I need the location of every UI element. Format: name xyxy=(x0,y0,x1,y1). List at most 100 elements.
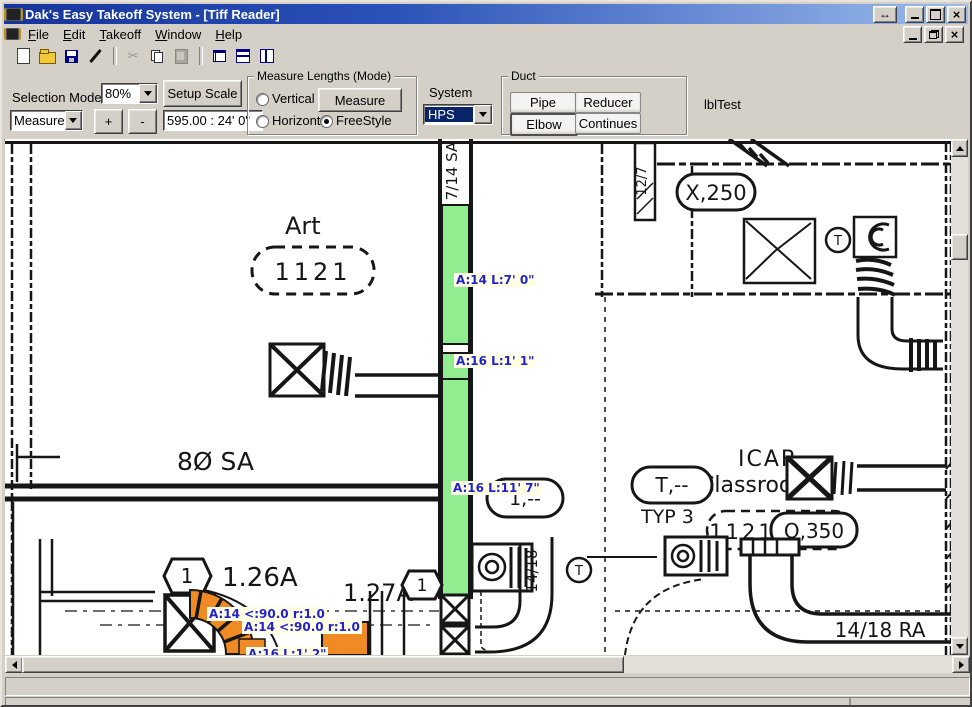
close-button[interactable]: × xyxy=(947,6,966,23)
copy-icon xyxy=(151,50,163,63)
menu-help[interactable]: Help xyxy=(208,25,249,44)
return-diffuser-right xyxy=(787,457,946,499)
tile-horizontal-button[interactable] xyxy=(232,46,254,66)
mdi-close-icon: × xyxy=(951,28,959,41)
cut-scissors-icon: ✂ xyxy=(128,48,139,64)
measurement-label: A:16 L:1' 2" xyxy=(246,647,328,655)
angle-label: A:14 <:90.0 r:1.0 xyxy=(242,620,362,634)
angle-label: A:14 <:90.0 r:1.0 xyxy=(207,607,327,621)
vertical-scroll-thumb[interactable] xyxy=(951,234,968,260)
blueprint-drawing: Art 1121 X,250 8Ø SA ICAR Classroom 7/14… xyxy=(5,139,953,655)
menu-window[interactable]: Window xyxy=(148,25,208,44)
tile-vertical-button[interactable] xyxy=(256,46,278,66)
document-icon xyxy=(6,28,19,40)
radio-freestyle[interactable] xyxy=(320,115,333,128)
zoom-in-button[interactable]: + xyxy=(94,109,123,134)
arrow-left-icon xyxy=(12,661,17,669)
app-window: Dak's Easy Takeoff System - [Tiff Reader… xyxy=(0,0,972,707)
zoom-select[interactable]: 80% xyxy=(101,83,158,104)
radio-horizontal[interactable] xyxy=(256,115,269,128)
menu-bar: File Edit Takeoff Window Help × xyxy=(4,24,968,44)
setup-scale-button[interactable]: Setup Scale xyxy=(163,80,242,107)
mdi-minimize-icon xyxy=(909,38,917,40)
open-button[interactable] xyxy=(36,46,58,66)
minimize-button[interactable] xyxy=(905,6,924,23)
maximize-button[interactable] xyxy=(926,6,945,23)
reducer-button[interactable]: Reducer xyxy=(575,92,641,113)
pen-button[interactable] xyxy=(84,46,106,66)
annotation-tags: Art 1121 X,250 8Ø SA ICAR Classroom xyxy=(177,174,814,498)
radio-freestyle-label[interactable]: FreeStyle xyxy=(336,113,392,128)
radio-vertical-label[interactable]: Vertical xyxy=(272,91,315,106)
pen-icon xyxy=(89,49,102,63)
new-button[interactable] xyxy=(12,46,34,66)
mdi-minimize-button[interactable] xyxy=(903,26,922,43)
arrow-right-icon xyxy=(959,661,964,669)
tile-horizontal-icon xyxy=(236,49,250,63)
measure-mode-group: Measure Lengths (Mode) Vertical Measure … xyxy=(247,76,417,135)
drawing-canvas[interactable]: Art 1121 X,250 8Ø SA ICAR Classroom 7/14… xyxy=(5,139,953,655)
measure-mode-group-title: Measure Lengths (Mode) xyxy=(254,69,394,83)
hex-tag-2: 1 xyxy=(417,576,428,596)
tile-vertical-icon xyxy=(260,49,274,63)
toolbar-separator xyxy=(113,47,117,65)
scroll-down-button[interactable] xyxy=(951,637,968,655)
mdi-close-button[interactable]: × xyxy=(945,26,964,43)
app-icon xyxy=(6,8,21,21)
tool-select[interactable]: Measure xyxy=(10,110,83,131)
resize-button[interactable]: ↔ xyxy=(873,6,897,23)
ra-duct-assembly: 14/18 RA xyxy=(665,537,953,642)
paste-button[interactable] xyxy=(170,46,192,66)
open-folder-icon xyxy=(39,52,56,64)
status-bar xyxy=(5,677,970,696)
test-label: lblTest xyxy=(704,97,741,112)
system-select-arrow[interactable] xyxy=(474,105,492,124)
horizontal-scroll-thumb[interactable] xyxy=(22,656,624,673)
toolbar-separator xyxy=(199,47,203,65)
menu-file[interactable]: File xyxy=(21,25,56,44)
zoom-out-button[interactable]: - xyxy=(128,109,157,134)
zoom-select-arrow[interactable] xyxy=(139,84,157,103)
sa-main-duct xyxy=(5,486,439,499)
window-title: Dak's Easy Takeoff System - [Tiff Reader… xyxy=(25,7,871,22)
elbow-button[interactable]: Elbow xyxy=(510,113,578,136)
duct-group-title: Duct xyxy=(508,69,539,83)
continues-button[interactable]: Continues xyxy=(575,113,641,134)
scroll-left-button[interactable] xyxy=(5,656,23,673)
maximize-icon xyxy=(930,9,941,20)
system-select[interactable]: HPS xyxy=(423,104,493,125)
measurement-label: A:16 L:1' 1" xyxy=(454,354,536,368)
duct-127: 12/7 xyxy=(635,143,655,220)
thermostat-2: T xyxy=(574,564,583,579)
typ3-label: TYP 3 xyxy=(640,506,694,528)
scroll-up-button[interactable] xyxy=(951,139,968,157)
menu-edit[interactable]: Edit xyxy=(56,25,92,44)
pipe-button[interactable]: Pipe xyxy=(510,92,576,113)
x250-tag: X,250 xyxy=(685,181,746,205)
mdi-restore-icon xyxy=(929,30,939,39)
t-tag: T,-- xyxy=(654,473,688,497)
duct-group: Duct Pipe Reducer Elbow Continues xyxy=(501,76,687,135)
riser-714-label: 7/14 SA xyxy=(443,141,461,200)
diffuser-126-label: 1.26A xyxy=(222,563,298,593)
cascade-windows-button[interactable] xyxy=(208,46,230,66)
title-bar[interactable]: Dak's Easy Takeoff System - [Tiff Reader… xyxy=(4,4,968,24)
cut-button[interactable]: ✂ xyxy=(122,46,144,66)
vertical-scrollbar[interactable] xyxy=(951,139,968,655)
measure-button[interactable]: Measure xyxy=(318,88,402,112)
horizontal-scrollbar[interactable] xyxy=(5,656,970,673)
chevron-down-icon xyxy=(69,118,77,123)
tool-select-arrow[interactable] xyxy=(65,111,82,130)
measurement-label: A:14 L:7' 0" xyxy=(454,273,536,287)
radio-vertical[interactable] xyxy=(256,93,269,106)
copy-button[interactable] xyxy=(146,46,168,66)
room-tag-1121: 1121 xyxy=(274,258,351,286)
scroll-right-button[interactable] xyxy=(952,656,970,673)
save-button[interactable] xyxy=(60,46,82,66)
measured-duct-green xyxy=(442,205,469,599)
arrow-up-icon xyxy=(956,146,964,151)
sa-duct-label: 8Ø SA xyxy=(177,447,254,476)
duct-joint xyxy=(442,344,469,353)
mdi-restore-button[interactable] xyxy=(924,26,943,43)
menu-takeoff[interactable]: Takeoff xyxy=(92,25,148,44)
